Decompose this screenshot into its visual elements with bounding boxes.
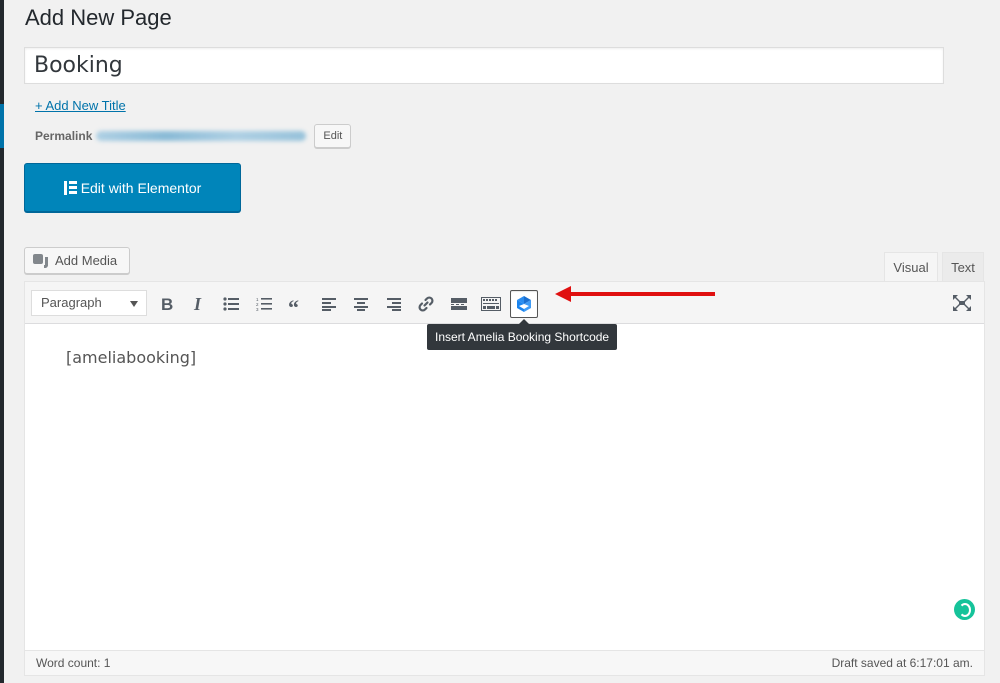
editor-status-bar: Word count: 1 Draft saved at 6:17:01 am. <box>25 650 984 675</box>
permalink-row: Permalink Edit <box>35 124 352 148</box>
format-select[interactable]: Paragraph <box>31 290 147 316</box>
align-left-icon <box>322 298 336 311</box>
add-new-title-link[interactable]: + Add New Title <box>35 98 126 113</box>
bold-button[interactable]: B <box>153 290 181 318</box>
annotation-arrow-icon <box>555 286 715 302</box>
svg-text:I: I <box>193 296 202 312</box>
link-icon <box>418 296 434 312</box>
edit-with-elementor-button[interactable]: Edit with Elementor <box>24 163 241 212</box>
align-right-icon <box>387 298 401 311</box>
page-title: Add New Page <box>25 5 172 30</box>
media-icon <box>33 253 49 268</box>
add-media-label: Add Media <box>55 253 118 268</box>
permalink-label: Permalink <box>35 129 93 143</box>
blockquote-icon: “ <box>288 297 299 311</box>
italic-icon: I <box>193 296 202 312</box>
amelia-shortcode-tooltip: Insert Amelia Booking Shortcode <box>427 319 618 350</box>
read-more-button[interactable] <box>445 290 473 318</box>
align-right-button[interactable] <box>380 290 408 318</box>
svg-text:B: B <box>161 296 173 312</box>
format-select-value: Paragraph <box>41 295 102 310</box>
read-more-icon <box>451 298 467 310</box>
numbered-list-icon: 123 <box>256 297 272 311</box>
grammarly-icon[interactable] <box>954 599 975 620</box>
elementor-icon <box>63 180 77 195</box>
fullscreen-icon <box>953 295 971 311</box>
word-count: Word count: 1 <box>36 656 111 670</box>
italic-button[interactable]: I <box>185 290 213 318</box>
svg-text:3: 3 <box>256 307 259 311</box>
align-center-button[interactable] <box>347 290 375 318</box>
amelia-icon <box>517 296 531 312</box>
add-media-button[interactable]: Add Media <box>24 247 130 274</box>
bulleted-list-icon <box>223 297 239 311</box>
draft-saved-status: Draft saved at 6:17:01 am. <box>831 656 973 670</box>
permalink-url-blurred[interactable] <box>96 131 307 141</box>
editor-content[interactable]: [ameliabooking] <box>66 348 196 367</box>
admin-sidebar-edge <box>0 0 4 683</box>
permalink-edit-button[interactable]: Edit <box>314 124 352 148</box>
amelia-shortcode-button[interactable] <box>510 290 538 318</box>
post-title-input[interactable]: Booking <box>24 47 944 84</box>
svg-text:“: “ <box>288 297 299 311</box>
editor: Paragraph B I 123 “ Insert Amelia Bookin… <box>24 281 985 676</box>
bulleted-list-button[interactable] <box>217 290 245 318</box>
editor-toolbar: Paragraph B I 123 “ <box>25 282 984 324</box>
tab-visual[interactable]: Visual <box>884 252 938 282</box>
toolbar-toggle-button[interactable] <box>477 290 505 318</box>
toolbar-toggle-icon <box>481 297 501 311</box>
link-button[interactable] <box>412 290 440 318</box>
edit-with-elementor-label: Edit with Elementor <box>80 179 202 196</box>
align-center-icon <box>354 298 368 311</box>
chevron-down-icon <box>130 301 138 307</box>
align-left-button[interactable] <box>315 290 343 318</box>
tab-text[interactable]: Text <box>942 252 984 282</box>
blockquote-button[interactable]: “ <box>282 290 310 318</box>
admin-menu-active-indicator <box>0 104 4 148</box>
bold-icon: B <box>161 296 173 312</box>
fullscreen-button[interactable] <box>950 291 974 315</box>
numbered-list-button[interactable]: 123 <box>250 290 278 318</box>
